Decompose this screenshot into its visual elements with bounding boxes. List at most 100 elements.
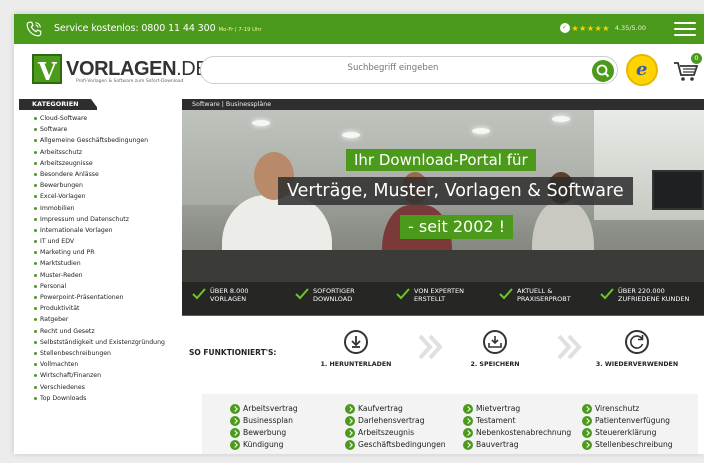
- sidebar-category-item[interactable]: Powerpoint-Präsentationen: [34, 292, 165, 303]
- sidebar-category-label: Marktstudien: [40, 260, 81, 268]
- arrow-circle-icon: [582, 404, 592, 414]
- arrow-circle-icon: [582, 440, 592, 450]
- check-icon: [396, 288, 410, 300]
- sidebar-category-item[interactable]: Selbstständigkeit und Existenzgründung: [34, 337, 165, 348]
- sidebar-category-label: Wirtschaft/Finanzen: [40, 372, 102, 380]
- sidebar-category-item[interactable]: Bewerbungen: [34, 180, 165, 191]
- sidebar-category-item[interactable]: Produktivität: [34, 303, 165, 314]
- arrow-circle-icon: [463, 440, 473, 450]
- sidebar-category-item[interactable]: Internationale Vorlagen: [34, 225, 165, 236]
- popular-link-label: Arbeitszeugnis: [358, 428, 415, 437]
- popular-links: Arbeitsvertrag Kaufvertrag Mietvertrag Vire…: [202, 394, 698, 454]
- sidebar-category-item[interactable]: Impressum und Datenschutz: [34, 214, 165, 225]
- logo-tagline: Profi-Vorlagen & Software zum Sofort-Dow…: [76, 79, 184, 84]
- bullet-icon: [34, 307, 37, 311]
- arrow-circle-icon: [463, 428, 473, 438]
- bullet-icon: [34, 139, 37, 143]
- page: Service kostenlos: 0800 11 44 300 Mo-Fr |…: [14, 14, 704, 454]
- bullet-icon: [34, 363, 37, 367]
- bullet-icon: [34, 217, 37, 221]
- bullet-icon: [34, 262, 37, 266]
- sidebar-category-item[interactable]: Ratgeber: [34, 314, 165, 325]
- hamburger-menu-icon[interactable]: [674, 22, 696, 36]
- sidebar-category-item[interactable]: Wirtschaft/Finanzen: [34, 370, 165, 381]
- sidebar-category-item[interactable]: Marktstudien: [34, 258, 165, 269]
- sidebar-category-item[interactable]: Besondere Anlässe: [34, 169, 165, 180]
- rating-badge-icon: ✓: [559, 23, 570, 33]
- arrow-circle-icon: [463, 416, 473, 426]
- sidebar-category-item[interactable]: Muster-Reden: [34, 270, 165, 281]
- sidebar-category-item[interactable]: Recht und Gesetz: [34, 326, 165, 337]
- search-button[interactable]: [592, 60, 614, 82]
- arrow-circle-icon: [345, 404, 355, 414]
- usp-bar: ÜBER 8.000 VORLAGEN SOFORTIGER DOWNLOAD VO…: [182, 282, 704, 316]
- sidebar-category-label: Produktivität: [40, 305, 80, 313]
- popular-link-label: Kaufvertrag: [358, 404, 403, 413]
- bullet-icon: [34, 273, 37, 277]
- sidebar-category-item[interactable]: Allgemeine Geschäftsbedingungen: [34, 135, 165, 146]
- sidebar-category-item[interactable]: Arbeitsschutz: [34, 147, 165, 158]
- sidebar-category-item[interactable]: Software: [34, 124, 165, 135]
- sidebar-category-label: Selbstständigkeit und Existenzgründung: [40, 338, 165, 346]
- popular-link-label: Darlehensvertrag: [358, 416, 425, 425]
- category-list: Cloud-Software Software Allgemeine Geschäf…: [34, 113, 165, 404]
- phone-icon: [26, 21, 42, 37]
- bullet-icon: [34, 172, 37, 176]
- sidebar-category-item[interactable]: Marketing und PR: [34, 247, 165, 258]
- trusted-shops-badge[interactable]: e: [626, 54, 658, 86]
- site-logo[interactable]: V VORLAGEN.DE Profi-Vorlagen & Software …: [32, 54, 209, 90]
- customer-rating[interactable]: ✓ ★★★★★ 4.35/5.00: [559, 23, 646, 33]
- step-reuse: 3. WIEDERVERWENDEN: [582, 330, 692, 368]
- bullet-icon: [34, 351, 37, 355]
- sidebar-category-item[interactable]: Stellenbeschreibungen: [34, 348, 165, 359]
- step-download: 1. HERUNTERLADEN: [301, 330, 411, 368]
- popular-link-label: Stellenbeschreibung: [595, 440, 673, 449]
- sidebar-category-label: Marketing und PR: [40, 249, 95, 257]
- cart-count-badge: 0: [691, 53, 702, 64]
- header: V VORLAGEN.DE Profi-Vorlagen & Software …: [14, 44, 704, 93]
- arrow-circle-icon: [582, 428, 592, 438]
- sidebar-category-label: Recht und Gesetz: [40, 327, 95, 335]
- top-bar: Service kostenlos: 0800 11 44 300 Mo-Fr |…: [14, 14, 704, 44]
- breadcrumb: Software | Businesspläne: [182, 99, 704, 110]
- trusted-shops-icon: e: [636, 59, 648, 80]
- sidebar-category-item[interactable]: IT und EDV: [34, 236, 165, 247]
- sidebar-category-item[interactable]: Arbeitszeugnisse: [34, 158, 165, 169]
- sidebar-category-item[interactable]: Cloud-Software: [34, 113, 165, 124]
- bullet-icon: [34, 284, 37, 288]
- search-icon: [596, 64, 610, 78]
- sidebar-category-label: Verschiedenes: [40, 383, 85, 391]
- cart-button[interactable]: 0: [672, 53, 702, 84]
- bullet-icon: [34, 195, 37, 199]
- bullet-icon: [34, 385, 37, 389]
- rating-stars: ★★★★★: [571, 23, 610, 33]
- sidebar-category-item[interactable]: Personal: [34, 281, 165, 292]
- bullet-icon: [34, 396, 37, 400]
- rating-score: 4.35/5.00: [614, 24, 646, 32]
- service-hotline[interactable]: Service kostenlos: 0800 11 44 300 Mo-Fr |…: [54, 23, 262, 34]
- sidebar-category-item[interactable]: Verschiedenes: [34, 382, 165, 393]
- popular-link-label: Steuererklärung: [595, 428, 657, 437]
- sidebar-category-item[interactable]: Top Downloads: [34, 393, 165, 404]
- sidebar-category-label: Besondere Anlässe: [40, 170, 99, 178]
- arrow-circle-icon: [345, 428, 355, 438]
- bullet-icon: [34, 128, 37, 132]
- service-text: Service kostenlos: 0800 11 44 300: [54, 23, 216, 34]
- arrow-circle-icon: [230, 416, 240, 426]
- sidebar-category-item[interactable]: Immobilien: [34, 203, 165, 214]
- arrow-circle-icon: [582, 416, 592, 426]
- sidebar-category-label: Allgemeine Geschäftsbedingungen: [40, 137, 149, 145]
- sidebar-category-item[interactable]: Vollmachten: [34, 359, 165, 370]
- refresh-icon: [625, 330, 649, 354]
- sidebar-category-item[interactable]: Excel-Vorlagen: [34, 191, 165, 202]
- bullet-icon: [34, 340, 37, 344]
- sidebar-category-label: Powerpoint-Präsentationen: [40, 294, 124, 301]
- bullet-icon: [34, 150, 37, 154]
- popular-link-label: Mietvertrag: [476, 404, 521, 413]
- search-input[interactable]: [213, 63, 573, 73]
- check-icon: [600, 288, 614, 300]
- popular-link-label: Arbeitsvertrag: [243, 404, 298, 413]
- arrow-circle-icon: [230, 440, 240, 450]
- bullet-icon: [34, 184, 37, 188]
- download-icon: [344, 330, 368, 354]
